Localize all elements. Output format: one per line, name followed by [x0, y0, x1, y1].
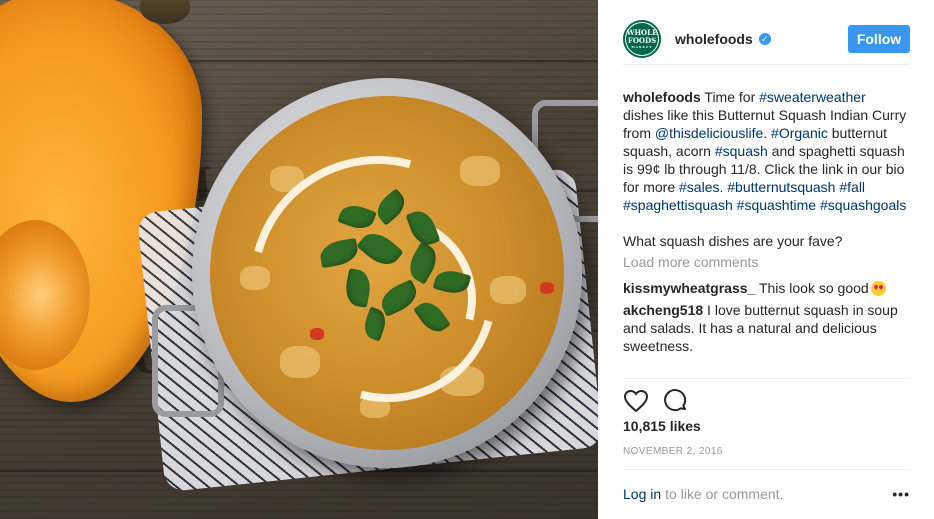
caption-username[interactable]: wholefoods	[623, 89, 701, 105]
more-options-button[interactable]: •••	[892, 486, 910, 502]
speech-bubble-icon[interactable]	[663, 388, 689, 414]
heart-eyes-emoji-icon	[870, 281, 886, 296]
header-username[interactable]: wholefoods	[675, 31, 753, 47]
comment-username[interactable]: akcheng518	[623, 302, 703, 318]
comment-footer: Log in to like or comment. •••	[623, 469, 910, 518]
post-header: WHOLE FOODS MARKET wholefoods ✓ Follow	[623, 14, 910, 65]
comment-item: akcheng518 I love butternut squash in so…	[623, 301, 910, 355]
post-date[interactable]: NOVEMBER 2, 2016	[623, 446, 723, 457]
avatar-text-line: FOODS	[627, 36, 657, 45]
login-link[interactable]: Log in	[623, 486, 661, 502]
verified-badge-icon: ✓	[758, 33, 771, 45]
caption: wholefoods Time for #sweaterweather dish…	[623, 88, 910, 214]
comment-username[interactable]: kissmywheatgrass_	[623, 280, 755, 296]
squash-chunk	[460, 156, 500, 186]
hashtag-link[interactable]: #squashtime	[737, 197, 816, 213]
hashtag-link[interactable]: #sweaterweather	[759, 89, 866, 105]
post-photo[interactable]: OM URP UQU	[0, 0, 598, 519]
hashtag-link[interactable]: #fall	[839, 179, 865, 195]
comment-item: kissmywheatgrass_ This look so good	[623, 279, 910, 297]
hashtag-link[interactable]: #sales	[679, 179, 719, 195]
comment-text: This look so good	[755, 280, 869, 296]
curry-surface	[210, 96, 564, 450]
likes-count[interactable]: 10,815 likes	[623, 418, 701, 434]
hashtag-link[interactable]: #squashgoals	[820, 197, 906, 213]
tomato-piece	[310, 328, 324, 340]
avatar[interactable]: WHOLE FOODS MARKET	[623, 20, 661, 58]
heart-icon[interactable]	[623, 388, 649, 414]
action-bar	[623, 378, 910, 423]
login-prompt-text: to like or comment.	[665, 486, 784, 502]
hashtag-link[interactable]: #squash	[715, 143, 768, 159]
post-side-panel: WHOLE FOODS MARKET wholefoods ✓ Follow w…	[598, 0, 934, 519]
hashtag-link[interactable]: #Organic	[771, 125, 828, 141]
comments-section: wholefoods Time for #sweaterweather dish…	[623, 88, 910, 378]
caption-text: Time for	[700, 89, 760, 105]
caption-question: What squash dishes are your fave?	[623, 233, 843, 249]
caption-text: .	[763, 125, 772, 141]
mention-link[interactable]: @thisdeliciouslife	[655, 125, 763, 141]
hashtag-link[interactable]: #butternutsquash	[727, 179, 835, 195]
follow-button[interactable]: Follow	[848, 25, 910, 53]
avatar-text-line: MARKET	[631, 45, 653, 49]
load-more-comments-link[interactable]: Load more comments	[623, 253, 910, 271]
hashtag-link[interactable]: #spaghettisquash	[623, 197, 733, 213]
tomato-piece	[540, 282, 554, 294]
